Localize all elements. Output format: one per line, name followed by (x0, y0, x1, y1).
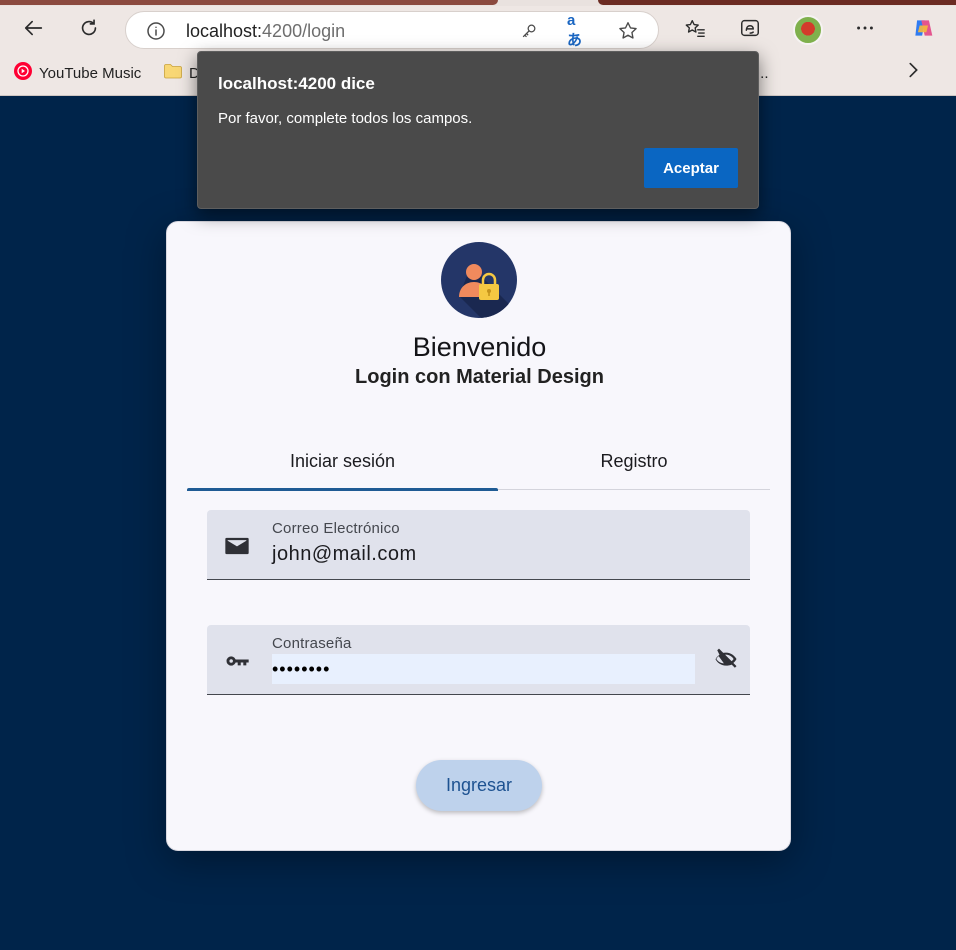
key-icon (223, 647, 251, 675)
submit-label: Ingresar (445, 775, 513, 795)
email-label: Correo Electrónico (272, 520, 400, 537)
login-card: Bienvenido Login con Material Design Ini… (166, 221, 791, 851)
eye-off-icon (712, 645, 740, 678)
refresh-icon (78, 17, 100, 44)
youtube-music-icon (13, 61, 33, 85)
favorites-list-icon (684, 17, 706, 44)
email-input[interactable]: john@mail.com (272, 543, 417, 566)
reload-button[interactable] (71, 12, 107, 48)
url-text[interactable]: localhost:4200/login (186, 21, 345, 42)
more-button[interactable] (847, 12, 883, 48)
tab-login[interactable]: Iniciar sesión (187, 432, 498, 490)
folder-icon (163, 61, 183, 85)
site-info-icon[interactable] (146, 21, 166, 41)
bookmark-folder[interactable]: D (163, 62, 200, 84)
address-bar[interactable]: localhost:4200/login aあ (125, 11, 659, 49)
profile-avatar[interactable] (793, 15, 823, 45)
tab-register[interactable]: Registro (498, 432, 770, 490)
email-field[interactable]: Correo Electrónico john@mail.com (207, 510, 750, 580)
url-path: 4200/login (262, 21, 346, 41)
toggle-password-visibility-button[interactable] (710, 645, 742, 677)
edge-ie-icon (739, 17, 761, 44)
tab-register-label: Registro (600, 450, 668, 471)
password-field[interactable]: Contraseña •••••••• (207, 625, 750, 695)
star-icon[interactable] (617, 20, 639, 42)
dialog-accept-button[interactable]: Aceptar (644, 148, 738, 188)
dialog-message: Por favor, complete todos los campos. (218, 110, 473, 127)
page-subtitle: Login con Material Design (355, 366, 604, 388)
tab-login-label: Iniciar sesión (289, 450, 396, 471)
dialog-title: localhost:4200 dice (218, 74, 375, 93)
user-lock-logo (441, 242, 517, 318)
dialog-accept-label: Aceptar (663, 159, 719, 177)
password-label: Contraseña (272, 635, 352, 652)
more-dots-icon (854, 17, 876, 44)
copilot-icon (912, 17, 934, 44)
auth-tabs: Iniciar sesión Registro (187, 432, 770, 491)
login-submit-button[interactable]: Ingresar (416, 760, 542, 811)
mail-icon (223, 532, 251, 560)
translate-icon[interactable]: aあ (567, 12, 589, 49)
chevron-right-icon (902, 59, 924, 86)
tab-edge-right[interactable] (598, 0, 956, 5)
ie-mode-button[interactable] (732, 12, 768, 48)
bookmark-youtube-music[interactable]: YouTube Music (13, 62, 141, 84)
bookmarks-more-button[interactable] (895, 54, 931, 90)
active-tab-indicator (187, 488, 498, 491)
alert-dialog: localhost:4200 dice Por favor, complete … (197, 51, 759, 209)
bookmark-label: YouTube Music (39, 64, 142, 82)
favorites-button[interactable] (677, 12, 713, 48)
back-button[interactable] (16, 12, 52, 48)
url-host: localhost: (186, 21, 263, 41)
tab-edge-left[interactable] (0, 0, 498, 5)
copilot-button[interactable] (905, 12, 941, 48)
arrow-left-icon (23, 17, 45, 44)
password-input[interactable]: •••••••• (272, 654, 695, 684)
key-icon[interactable] (518, 20, 540, 42)
page-title: Bienvenido (412, 332, 547, 362)
